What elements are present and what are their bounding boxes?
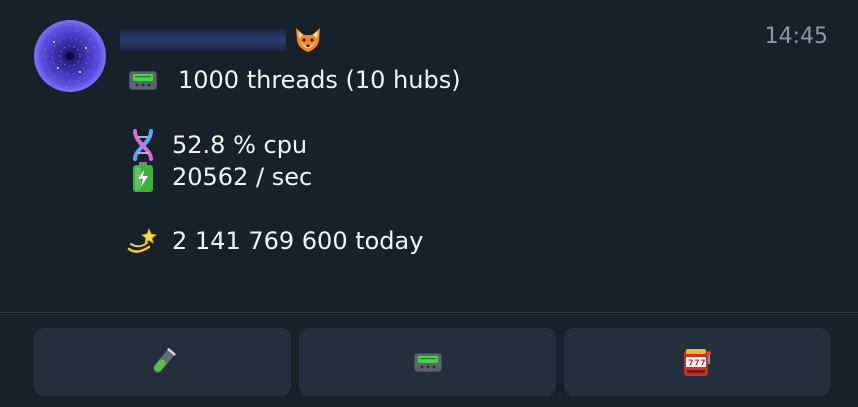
dizzy-icon — [127, 227, 157, 253]
message-line-threads: 1000 threads (10 hubs) — [127, 64, 461, 96]
pager-icon — [413, 353, 442, 372]
message-line-cpu: 52.8 % cpu — [127, 129, 307, 161]
svg-text:7: 7 — [688, 359, 694, 368]
rate-text: 20562 / sec — [172, 163, 313, 191]
avatar[interactable] — [34, 20, 106, 92]
message-line-today: 2 141 769 600 today — [127, 225, 423, 257]
test-tube-icon — [152, 348, 176, 373]
message-line-rate: 20562 / sec — [127, 161, 312, 193]
inline-button-slot-machine[interactable]: 7 7 7 — [564, 328, 830, 396]
inline-button-test-tube[interactable] — [34, 328, 291, 396]
inline-button-pager[interactable] — [299, 328, 556, 396]
today-text: 2 141 769 600 today — [172, 227, 424, 255]
pager-icon — [129, 71, 157, 90]
sender-name-redacted — [120, 29, 286, 51]
keyboard-divider — [0, 312, 858, 313]
fox-face-icon — [296, 28, 320, 52]
svg-text:7: 7 — [700, 359, 706, 368]
threads-text: 1000 threads (10 hubs) — [178, 66, 461, 94]
slot-machine-icon: 7 7 7 — [684, 349, 711, 376]
dna-icon — [133, 129, 153, 161]
cpu-text: 52.8 % cpu — [172, 131, 308, 159]
message-timestamp: 14:45 — [764, 24, 828, 49]
chat-message-view: 14:45 1000 threads (10 hubs) 52.8 % cpu — [0, 0, 858, 407]
battery-icon — [133, 162, 153, 192]
galaxy-avatar-icon — [34, 20, 106, 92]
svg-text:7: 7 — [694, 359, 700, 368]
sender-header[interactable] — [120, 24, 324, 56]
